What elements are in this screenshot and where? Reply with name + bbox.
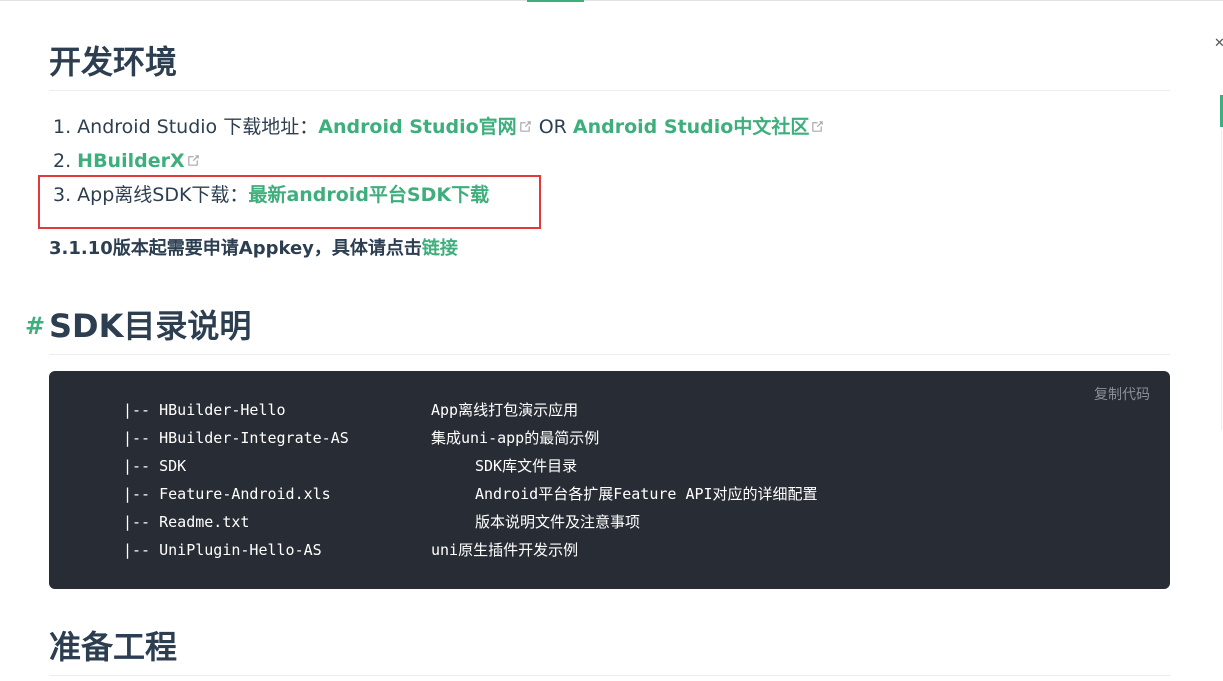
list-item-text: 1. Android Studio 下载地址： — [53, 116, 319, 138]
code-line-path: |-- UniPlugin-Hello-AS — [123, 541, 322, 559]
heading-sdk-dir: # SDK目录说明 — [25, 306, 1170, 355]
active-nav-indicator — [527, 0, 584, 2]
code-line-comment: uni原生插件开发示例 — [431, 541, 579, 559]
appkey-note: 3.1.10版本起需要申请Appkey，具体请点击链接 — [49, 236, 458, 262]
list-item: 2. HBuilderX — [53, 144, 831, 178]
highlight-box — [38, 175, 541, 229]
hbuilderx-link[interactable]: HBuilderX — [77, 150, 184, 172]
code-line-comment: 集成uni-app的最简示例 — [431, 429, 600, 447]
code-line-path: |-- SDK — [123, 457, 187, 475]
heading-prepare-project: 准备工程 — [49, 627, 1170, 676]
heading-dev-env: 开发环境 — [49, 42, 1170, 91]
appkey-link[interactable]: 链接 — [422, 238, 458, 259]
close-icon[interactable]: ✕ — [1214, 36, 1223, 51]
code-line-comment: SDK库文件目录 — [475, 457, 578, 475]
code-line-path: |-- Readme.txt — [123, 513, 250, 531]
list-item-text: 2. — [53, 150, 78, 172]
code-line-path: |-- HBuilder-Integrate-AS — [123, 429, 349, 447]
code-line-comment: App离线打包演示应用 — [431, 401, 579, 419]
appkey-note-text: 3.1.10版本起需要申请Appkey，具体请点击 — [49, 238, 422, 259]
android-studio-official-link[interactable]: Android Studio官网 — [318, 116, 516, 138]
external-link-icon — [519, 121, 531, 132]
list-item: 1. Android Studio 下载地址：Android Studio官网 O… — [53, 110, 831, 144]
external-link-icon — [187, 155, 199, 166]
external-link-icon — [812, 121, 824, 132]
or-text: OR — [538, 116, 567, 138]
code-line-comment: 版本说明文件及注意事项 — [475, 513, 641, 531]
sidebar-divider — [1221, 130, 1222, 430]
android-studio-cn-community-link[interactable]: Android Studio中文社区 — [573, 116, 809, 138]
code-line-path: |-- Feature-Android.xls — [123, 485, 331, 503]
code-line-path: |-- HBuilder-Hello — [123, 401, 286, 419]
header-anchor-link[interactable]: # — [25, 306, 45, 346]
code-line-comment: Android平台各扩展Feature API对应的详细配置 — [475, 485, 818, 503]
copy-code-button[interactable]: 复制代码 — [1094, 384, 1150, 404]
top-border — [0, 0, 1223, 1]
